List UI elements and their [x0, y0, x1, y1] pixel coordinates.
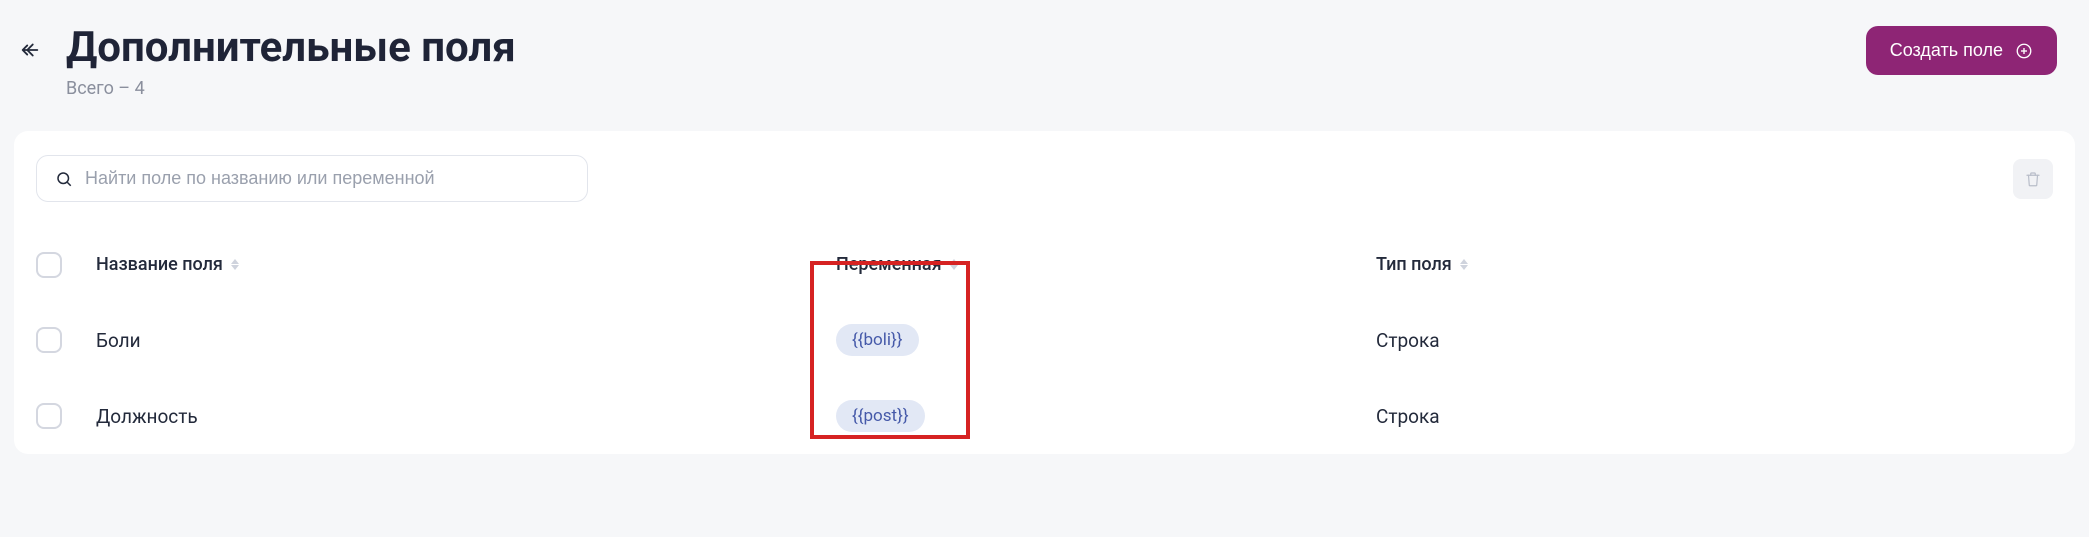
column-header-name[interactable]: Название поля	[96, 254, 836, 275]
cell-type: Строка	[1376, 405, 2053, 428]
row-checkbox[interactable]	[36, 403, 62, 429]
table-header: Название поля Переменная Тип поля	[36, 238, 2053, 302]
column-header-type[interactable]: Тип поля	[1376, 254, 2053, 275]
delete-button[interactable]	[2013, 159, 2053, 199]
search-icon	[55, 170, 73, 188]
back-button[interactable]	[12, 32, 48, 68]
cell-type: Строка	[1376, 329, 2053, 352]
trash-icon	[2024, 170, 2042, 188]
content-card: Название поля Переменная Тип поля Боли {…	[14, 131, 2075, 454]
column-header-type-label: Тип поля	[1376, 254, 1452, 275]
column-header-variable[interactable]: Переменная	[836, 254, 1376, 275]
variable-badge[interactable]: {{boli}}	[836, 324, 919, 356]
search-input[interactable]	[85, 168, 569, 189]
table-row: Боли {{boli}} Строка	[36, 302, 2053, 378]
page-header: Дополнительные поля Всего – 4 Создать по…	[0, 0, 2089, 123]
column-header-name-label: Название поля	[96, 254, 223, 275]
fields-table: Название поля Переменная Тип поля Боли {…	[36, 238, 2053, 454]
table-row: Должность {{post}} Строка	[36, 378, 2053, 454]
page-title: Дополнительные поля	[66, 24, 516, 72]
create-field-button[interactable]: Создать поле	[1866, 26, 2057, 75]
variable-badge[interactable]: {{post}}	[836, 400, 925, 432]
sort-icon	[1460, 259, 1468, 270]
create-field-label: Создать поле	[1890, 40, 2003, 61]
sort-icon	[950, 259, 958, 270]
toolbar	[36, 155, 2053, 202]
row-checkbox[interactable]	[36, 327, 62, 353]
search-container[interactable]	[36, 155, 588, 202]
page-subtitle: Всего – 4	[66, 78, 516, 99]
plus-circle-icon	[2015, 42, 2033, 60]
cell-name: Боли	[96, 329, 836, 352]
sort-icon	[231, 259, 239, 270]
cell-name: Должность	[96, 405, 836, 428]
select-all-checkbox[interactable]	[36, 252, 62, 278]
arrow-left-icon	[19, 39, 41, 61]
column-header-variable-label: Переменная	[836, 254, 942, 275]
